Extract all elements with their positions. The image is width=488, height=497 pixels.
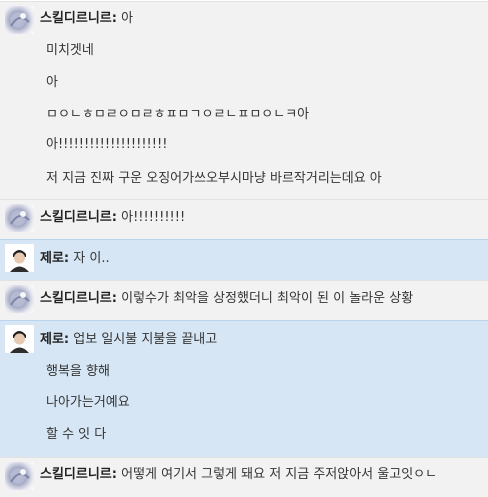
author-name: 제로:	[40, 251, 70, 266]
message-header: 스킬디르니르: 아!!!!!!!!!!	[40, 209, 185, 227]
author-name: 스킬디르니르:	[40, 291, 117, 306]
chat-message: 스킬디르니르: 아!!!!!!!!!!	[0, 199, 488, 239]
message-header: 스킬디르니르: 이렇수가 최악을 상정했더니 최악이 된 이 놀라운 상황	[40, 290, 413, 308]
chat-message: 제로: 업보 일시불 지불을 끝내고 행복을 향해 나아가는거예요 할 수 잇 …	[0, 320, 488, 457]
avatar-icon	[5, 244, 34, 272]
message-text: 이렇수가 최악을 상정했더니 최악이 된 이 놀라운 상황	[121, 291, 414, 306]
author-name: 스킬디르니르:	[40, 11, 117, 26]
message-line: 저 지금 진짜 구운 오징어가쓰오부시마냥 바르작거리는데요 아	[46, 171, 382, 186]
message-line: ㅁㅇㄴㅎㅁㄹㅇㅁㄹㅎㅍㅁㄱㅇㄹㄴㅍㅁㅇㄴㅋ아	[46, 107, 310, 122]
avatar-icon	[5, 6, 34, 34]
avatar-icon	[5, 325, 34, 353]
message-line: 아	[46, 75, 58, 90]
avatar-icon	[5, 204, 34, 232]
message-line: 할 수 잇 다	[46, 427, 107, 442]
message-text: 아!!!!!!!!!!	[121, 210, 186, 225]
chat-message: 스킬디르니르: 아 미치겟네 아 ㅁㅇㄴㅎㅁㄹㅇㅁㄹㅎㅍㅁㄱㅇㄹㄴㅍㅁㅇㄴㅋ아 …	[0, 1, 488, 199]
message-line: 나아가는거예요	[46, 395, 130, 410]
chat-message: 제로: 자 이..	[0, 239, 488, 280]
avatar-icon	[5, 462, 34, 490]
chat-message: 스킬디르니르: 어떻게 여기서 그렇게 돼요 저 지금 주저앉아서 울고잇ㅇㄴ	[0, 457, 488, 497]
message-header: 스킬디르니르: 아	[40, 10, 133, 28]
avatar-icon	[5, 285, 34, 313]
message-text: 어떻게 여기서 그렇게 돼요 저 지금 주저앉아서 울고잇ㅇㄴ	[121, 467, 438, 482]
chat-log: 스킬디르니르: 아 미치겟네 아 ㅁㅇㄴㅎㅁㄹㅇㅁㄹㅎㅍㅁㄱㅇㄹㄴㅍㅁㅇㄴㅋ아 …	[0, 0, 488, 497]
message-text: 아	[121, 11, 134, 26]
author-name: 스킬디르니르:	[40, 210, 117, 225]
message-line: 아!!!!!!!!!!!!!!!!!!!!!	[46, 137, 168, 152]
message-header: 스킬디르니르: 어떻게 여기서 그렇게 돼요 저 지금 주저앉아서 울고잇ㅇㄴ	[40, 466, 437, 484]
message-header: 제로: 업보 일시불 지불을 끝내고	[40, 331, 217, 349]
message-header: 제로: 자 이..	[40, 250, 110, 268]
message-text: 업보 일시불 지불을 끝내고	[73, 332, 218, 347]
author-name: 스킬디르니르:	[40, 467, 117, 482]
author-name: 제로:	[40, 332, 70, 347]
chat-message: 스킬디르니르: 이렇수가 최악을 상정했더니 최악이 된 이 놀라운 상황	[0, 280, 488, 320]
message-text: 자 이..	[73, 251, 110, 266]
message-line: 미치겟네	[46, 43, 94, 58]
message-line: 행복을 향해	[46, 364, 110, 379]
